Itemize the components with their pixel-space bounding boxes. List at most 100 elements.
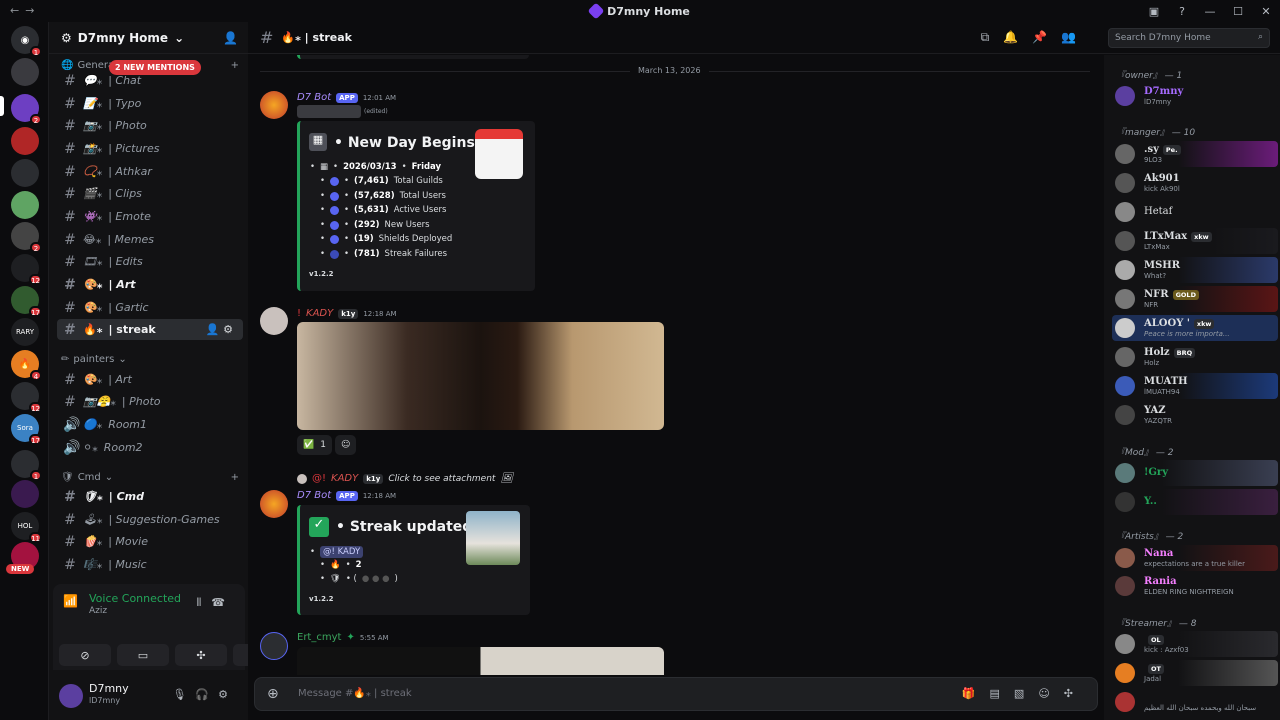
channel-art[interactable]: # 🎨⁎ | Art [57, 274, 243, 295]
author-name[interactable]: KADY [306, 308, 333, 319]
image-attachment[interactable] [297, 322, 664, 430]
emoji-icon[interactable]: ☺ [1038, 687, 1063, 700]
search-input[interactable]: Search D7mny Home ⌕ [1108, 28, 1270, 48]
voice-room2[interactable]: 🔊 ⚪⁎ Room2 [57, 437, 243, 458]
member-item[interactable]: NFR GOLD NFR [1112, 286, 1278, 312]
server-icon[interactable] [11, 127, 39, 155]
channel-photo-2[interactable]: # 📷😤⁎ | Photo [57, 391, 243, 412]
channel-typo[interactable]: # 📝⁎ | Typo [57, 93, 243, 114]
server-icon[interactable]: HOL 11 [11, 512, 42, 543]
channel-pictures[interactable]: # 📸⁎ | Pictures [57, 138, 243, 159]
server-icon[interactable] [11, 58, 39, 86]
noise-suppression-icon[interactable]: ⦀ [196, 596, 211, 609]
voice-connected-label[interactable]: Voice Connected [89, 592, 181, 605]
reply-preview[interactable]: @! KADY k1y Click to see attachment 🖼 [297, 473, 513, 484]
channel-art-2[interactable]: # 🎨⁎ | Art [57, 369, 243, 390]
member-item[interactable]: Hetaf [1112, 199, 1278, 225]
avatar[interactable] [59, 684, 83, 708]
author-name[interactable]: Ert_cmyt [297, 632, 341, 643]
close-button[interactable]: ✕ [1252, 5, 1280, 18]
add-reaction-button[interactable]: ☺ [335, 435, 357, 455]
channel-emote[interactable]: # 👾⁎ | Emote [57, 206, 243, 227]
channel-athkar[interactable]: # 📿⁎ | Athkar [57, 161, 243, 182]
avatar[interactable] [260, 632, 288, 660]
channel-suggestion-games[interactable]: # 🕹⁎ | Suggestion-Games [57, 509, 243, 530]
server-icon[interactable]: Sora 17 [11, 414, 42, 445]
category-painters[interactable]: ✏ painters ⌄ [61, 354, 239, 365]
member-item[interactable]: Nana expectations are a true killer [1112, 545, 1278, 571]
member-item[interactable]: LTxMax xkw LTxMax [1112, 228, 1278, 254]
spoiler-text[interactable] [297, 105, 361, 118]
channel-movie[interactable]: # 🍿⁎ | Movie [57, 531, 243, 552]
members-icon[interactable]: 👥 [1061, 30, 1090, 44]
member-item[interactable]: MSHR What? [1112, 257, 1278, 283]
pin-icon[interactable]: 📌 [1032, 30, 1061, 44]
gif-icon[interactable]: ▤ [990, 687, 1014, 700]
server-icon[interactable] [11, 159, 39, 187]
channel-cmd[interactable]: # 🛡⁎ | Cmd [57, 486, 243, 507]
server-header[interactable]: ⚙ D7mny Home ⌄ 👤 [49, 22, 248, 54]
author-name[interactable]: D7 Bot [297, 92, 331, 103]
voice-channel-name[interactable]: Aziz [89, 606, 107, 616]
member-item[interactable]: Rania ELDEN RING NIGHTREIGN [1112, 573, 1278, 599]
activities-button[interactable]: ✣ [175, 644, 227, 666]
member-item[interactable]: .sy Pe. 9LO3 [1112, 141, 1278, 167]
minimize-button[interactable]: — [1196, 5, 1224, 18]
server-icon[interactable]: 1 [11, 450, 42, 481]
threads-icon[interactable]: ⧉ [981, 30, 1004, 44]
gear-icon[interactable]: ⚙ [218, 688, 237, 701]
screen-share-button[interactable]: ▭ [117, 644, 169, 666]
server-icon[interactable]: 2 [11, 222, 42, 253]
home-server-icon[interactable]: ◉ 1 [11, 26, 42, 57]
headphones-icon[interactable]: 🎧 [195, 688, 218, 701]
add-attachment-icon[interactable]: ⊕ [267, 686, 279, 702]
server-icon[interactable]: 17 [11, 286, 42, 317]
gift-icon[interactable]: 🎁 [962, 687, 990, 700]
server-icon[interactable]: 2 [11, 94, 42, 125]
server-icon[interactable]: RARY [11, 318, 39, 346]
message-input[interactable]: ⊕ Message #🔥⁎ | streak 🎁▤▧☺✣ [254, 677, 1098, 711]
image-attachment[interactable] [297, 647, 664, 675]
add-channel-icon[interactable]: + [231, 472, 239, 483]
server-icon[interactable]: 12 [11, 254, 42, 285]
member-item[interactable]: سبحان الله وبحمده سبحان الله العظيم [1112, 689, 1278, 715]
channel-clips[interactable]: # 🎬⁎ | Clips [57, 183, 243, 204]
server-icon[interactable] [11, 480, 39, 508]
member-item[interactable]: Holz BRQ Holz [1112, 344, 1278, 370]
maximize-button[interactable]: ☐ [1224, 5, 1252, 18]
back-forward-arrows[interactable]: ←→ [10, 4, 40, 17]
member-item[interactable]: Y.. [1112, 489, 1278, 515]
disconnect-icon[interactable]: ☎ [211, 596, 235, 609]
member-item[interactable]: D7mny lD7mny [1112, 83, 1278, 109]
user-panel[interactable]: D7mny lD7mny 🎙🎧⚙ [53, 676, 245, 716]
avatar[interactable] [260, 490, 288, 518]
voice-room1[interactable]: 🔊 🔵⁎ Room1 [57, 414, 243, 435]
camera-off-button[interactable]: ⊘ [59, 644, 111, 666]
channel-edits[interactable]: # 🎞⁎ | Edits [57, 251, 243, 272]
member-item[interactable]: Ak901 kick Ak90l [1112, 170, 1278, 196]
reaction-checkmark[interactable]: ✅ 1 [297, 435, 332, 455]
category-cmd[interactable]: 🛡 Cmd ⌄ + [61, 472, 239, 483]
server-icon[interactable]: 12 [11, 382, 42, 413]
member-item[interactable]: MUATH lMUATH94 [1112, 373, 1278, 399]
help-icon[interactable]: ? [1168, 5, 1196, 18]
server-icon[interactable]: 🔥 4 [11, 350, 42, 381]
invite-icon[interactable]: 👤 [223, 31, 238, 45]
author-name[interactable]: D7 Bot [297, 490, 331, 501]
server-icon[interactable] [11, 191, 39, 219]
channel-streak[interactable]: # 🔥⁎ | streak 👤⚙ [57, 319, 243, 340]
member-item[interactable]: YAZ YAZQTR [1112, 402, 1278, 428]
member-item[interactable]: OT Jadal [1112, 660, 1278, 686]
member-item[interactable]: !Gry [1112, 460, 1278, 486]
microphone-icon[interactable]: 🎙 [172, 688, 195, 701]
channel-gartic[interactable]: # 🎨⁎ | Gartic [57, 297, 243, 318]
avatar[interactable] [260, 307, 288, 335]
sticker-icon[interactable]: ▧ [1014, 687, 1038, 700]
new-mentions-pill[interactable]: 2 NEW MENTIONS [109, 60, 201, 75]
channel-settings-icon[interactable]: 👤⚙ [205, 323, 237, 336]
apps-icon[interactable]: ✣ [1064, 687, 1087, 700]
inbox-icon[interactable]: ▣ [1140, 5, 1168, 18]
channel-memes[interactable]: # 😂⁎ | Memes [57, 229, 243, 250]
channel-music[interactable]: # 🎼⁎ | Music [57, 554, 243, 575]
channel-photo[interactable]: # 📷⁎ | Photo [57, 115, 243, 136]
